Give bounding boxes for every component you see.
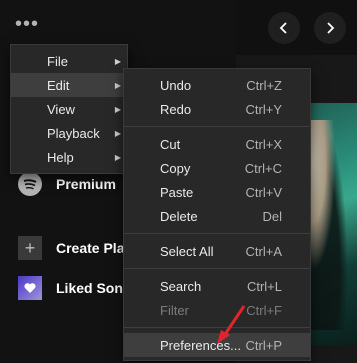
sidebar-item-label: Premium [56, 176, 116, 192]
plus-icon: + [18, 236, 42, 260]
menu-item-paste[interactable]: Paste Ctrl+V [124, 180, 310, 204]
menu-item-playback[interactable]: Playback ▶ [11, 121, 127, 145]
sidebar-item-label: Liked Son [56, 280, 123, 296]
chevron-left-icon [279, 22, 287, 34]
sidebar-item-create-playlist[interactable]: + Create Pla [18, 236, 124, 260]
chevron-right-icon: ▶ [114, 152, 121, 162]
sidebar-item-liked-songs[interactable]: Liked Son [18, 276, 123, 300]
annotation-arrow-icon [217, 305, 246, 344]
menu-item-delete[interactable]: Delete Del [124, 204, 310, 228]
menu-item-redo[interactable]: Redo Ctrl+Y [124, 97, 310, 121]
sidebar-item-label: Create Pla [56, 240, 125, 256]
heart-icon [18, 276, 42, 300]
back-button[interactable] [268, 12, 300, 44]
menu-item-help[interactable]: Help ▶ [11, 145, 127, 169]
forward-button[interactable] [314, 12, 346, 44]
menu-separator [124, 268, 310, 269]
menu-item-search[interactable]: Search Ctrl+L [124, 274, 310, 298]
menu-item-view[interactable]: View ▶ [11, 97, 127, 121]
menu-separator [124, 126, 310, 127]
more-horizontal-icon[interactable]: ••• [15, 14, 39, 34]
menu-item-copy[interactable]: Copy Ctrl+C [124, 156, 310, 180]
spotify-logo-icon [18, 172, 42, 196]
menu-item-select-all[interactable]: Select All Ctrl+A [124, 239, 310, 263]
menu-separator [124, 233, 310, 234]
menu-item-file[interactable]: File ▶ [11, 49, 127, 73]
main-menu: File ▶ Edit ▶ View ▶ Playback ▶ Help ▶ [10, 44, 128, 174]
sidebar-item-premium[interactable]: Premium [18, 172, 116, 196]
chevron-right-icon: ▶ [114, 128, 121, 138]
menu-item-cut[interactable]: Cut Ctrl+X [124, 132, 310, 156]
chevron-right-icon: ▶ [114, 104, 121, 114]
chevron-right-icon: ▶ [114, 56, 121, 66]
menu-item-undo[interactable]: Undo Ctrl+Z [124, 73, 310, 97]
chevron-right-icon: ▶ [114, 80, 121, 90]
chevron-right-icon [327, 22, 335, 34]
menu-item-edit[interactable]: Edit ▶ [11, 73, 127, 97]
